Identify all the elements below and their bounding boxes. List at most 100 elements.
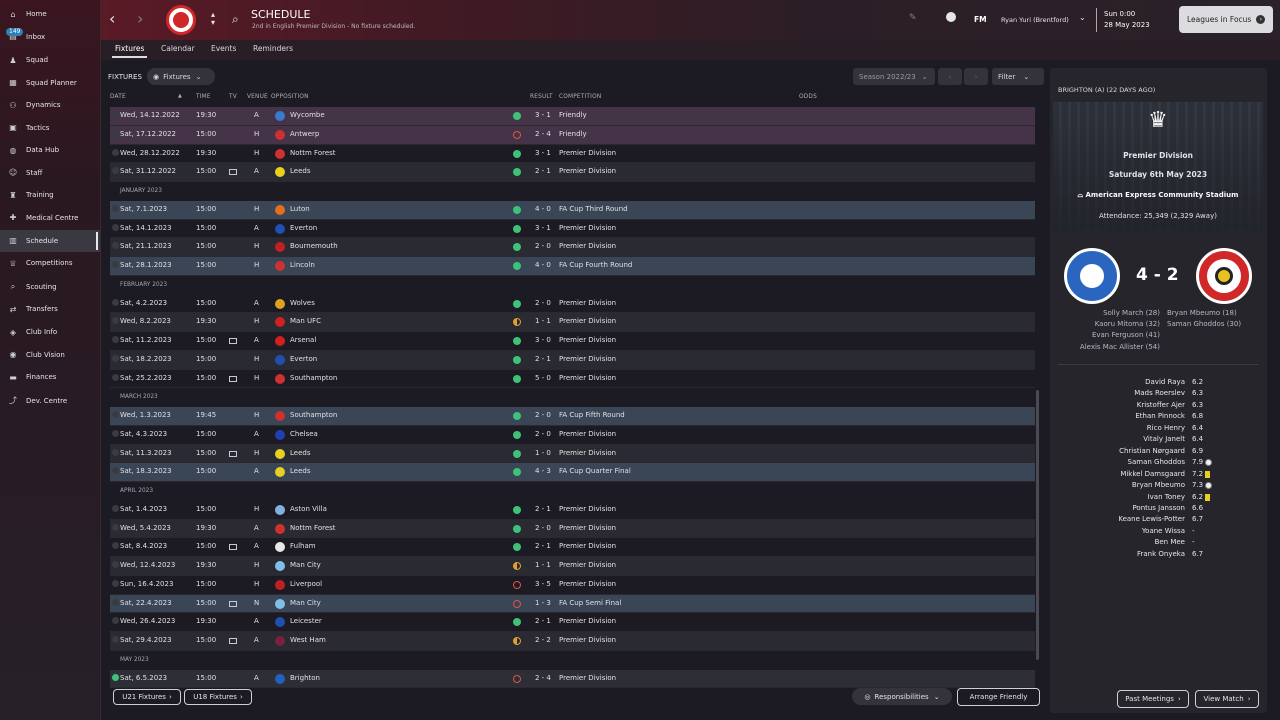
fixture-row[interactable]: Sun, 16.4.2023 15:00 H Liverpool 3 - 5 Premie… bbox=[110, 576, 1035, 595]
col-odds[interactable]: ODDS bbox=[799, 94, 817, 100]
player-name[interactable]: Vitaly Janelt bbox=[1143, 435, 1185, 443]
sidebar-item-finances[interactable]: ▬ Finances bbox=[0, 366, 100, 389]
sidebar-item-medical-centre[interactable]: ✚ Medical Centre bbox=[0, 206, 100, 229]
arrange-friendly-button[interactable]: Arrange Friendly bbox=[957, 688, 1040, 706]
player-name[interactable]: Christian Nørgaard bbox=[1119, 447, 1185, 455]
current-time[interactable]: Sun 0:00 bbox=[1104, 10, 1135, 18]
forward-icon[interactable]: › bbox=[137, 9, 143, 28]
season-dropdown[interactable]: Season 2022/23 ⌄ bbox=[853, 68, 935, 85]
responsibilities-dropdown[interactable]: ◎ Responsibilities ⌄ bbox=[852, 688, 952, 705]
fixture-row[interactable]: Sat, 18.3.2023 15:00 A Leeds 4 - 3 FA Cup Qua… bbox=[110, 463, 1035, 482]
fixture-row[interactable]: Wed, 5.4.2023 19:30 A Nottm Forest 2 - 0 Prem… bbox=[110, 519, 1035, 539]
player-name[interactable]: Saman Ghoddos bbox=[1128, 458, 1185, 466]
sidebar-item-club-info[interactable]: ◈ Club Info bbox=[0, 321, 100, 344]
tab-calendar[interactable]: Calendar bbox=[161, 44, 195, 53]
search-icon[interactable]: ⌕ bbox=[232, 12, 239, 27]
manager-name[interactable]: Ryan Yuri (Brentford) bbox=[1001, 16, 1069, 24]
col-time[interactable]: TIME bbox=[196, 94, 211, 100]
sidebar-item-dynamics[interactable]: ⚇ Dynamics bbox=[0, 94, 100, 117]
fixture-row[interactable]: Sat, 17.12.2022 15:00 H Antwerp 2 - 4 Friendl… bbox=[110, 125, 1035, 145]
fixture-row[interactable]: Sat, 7.1.2023 15:00 H Luton 4 - 0 FA Cup Thir… bbox=[110, 200, 1035, 220]
col-result[interactable]: RESULT bbox=[530, 94, 553, 100]
player-name[interactable]: David Raya bbox=[1145, 378, 1185, 386]
fixture-row[interactable]: Sat, 4.3.2023 15:00 A Chelsea 2 - 0 Premier D… bbox=[110, 426, 1035, 445]
fixture-row[interactable]: Sat, 11.3.2023 15:00 H Leeds 1 - 0 Premier Di… bbox=[110, 444, 1035, 464]
player-name[interactable]: Bryan Mbeumo bbox=[1132, 481, 1185, 489]
fixture-row[interactable]: Sat, 4.2.2023 15:00 A Wolves 2 - 0 Premier Di… bbox=[110, 295, 1035, 314]
sidebar-item-scouting[interactable]: ⌕ Scouting bbox=[0, 275, 100, 298]
fixture-row[interactable]: Sat, 8.4.2023 15:00 A Fulham 2 - 1 Premier Di… bbox=[110, 538, 1035, 557]
player-name[interactable]: Mikkel Damsgaard bbox=[1120, 470, 1185, 478]
fixture-row[interactable]: Wed, 26.4.2023 19:30 A Leicester 2 - 1 Premie… bbox=[110, 613, 1035, 632]
next-season-button[interactable]: › bbox=[964, 68, 988, 85]
result-win-icon bbox=[513, 337, 521, 345]
sidebar-item-dev-centre[interactable]: ⤴ Dev. Centre bbox=[0, 390, 100, 413]
u18-fixtures-button[interactable]: U18 Fixtures › bbox=[184, 689, 252, 705]
player-name[interactable]: Keane Lewis-Potter bbox=[1118, 515, 1185, 523]
player-name[interactable]: Ivan Toney bbox=[1148, 493, 1185, 501]
club-crest[interactable] bbox=[166, 5, 196, 35]
opponent-crest-icon bbox=[275, 129, 285, 140]
u21-fixtures-button[interactable]: U21 Fixtures › bbox=[113, 689, 181, 705]
tab-reminders[interactable]: Reminders bbox=[253, 44, 293, 53]
scrollbar[interactable] bbox=[1036, 390, 1039, 660]
edit-icon[interactable]: ✎ bbox=[909, 13, 917, 23]
fixture-row[interactable]: Sat, 11.2.2023 15:00 A Arsenal 3 - 0 Premier … bbox=[110, 332, 1035, 351]
player-name[interactable]: Pontus Jansson bbox=[1132, 504, 1185, 512]
filter-button[interactable]: Filter ⌄ bbox=[992, 68, 1044, 85]
sidebar-item-data-hub[interactable]: ◍ Data Hub bbox=[0, 139, 100, 162]
fm-logo[interactable]: FM bbox=[974, 15, 987, 24]
fixture-row[interactable]: Sat, 25.2.2023 15:00 H Southampton 5 - 0 Prem… bbox=[110, 370, 1035, 389]
fixture-row[interactable]: Sat, 22.4.2023 15:00 N Man City 1 - 3 FA Cup … bbox=[110, 594, 1035, 614]
sidebar-item-competitions[interactable]: ♕ Competitions bbox=[0, 252, 100, 275]
sidebar-item-club-vision[interactable]: ◉ Club Vision bbox=[0, 344, 100, 367]
col-opposition[interactable]: OPPOSITION bbox=[271, 94, 309, 100]
fixture-row[interactable]: Wed, 12.4.2023 19:30 H Man City 1 - 1 Premier… bbox=[110, 557, 1035, 576]
away-crest[interactable] bbox=[1196, 248, 1252, 304]
fixture-row[interactable]: Sat, 14.1.2023 15:00 A Everton 3 - 1 Premier … bbox=[110, 220, 1035, 239]
player-name[interactable]: Ben Mee bbox=[1155, 538, 1185, 546]
home-crest[interactable] bbox=[1064, 248, 1120, 304]
player-name[interactable]: Ethan Pinnock bbox=[1135, 412, 1185, 420]
fixture-row[interactable]: Sat, 31.12.2022 15:00 A Leeds 2 - 1 Premier D… bbox=[110, 163, 1035, 182]
back-icon[interactable]: ‹ bbox=[109, 9, 115, 28]
leagues-in-focus-button[interactable]: Leagues in Focus › bbox=[1179, 6, 1273, 33]
fixture-row[interactable]: Wed, 1.3.2023 19:45 H Southampton 2 - 0 FA Cu… bbox=[110, 407, 1035, 426]
col-date[interactable]: DATE bbox=[110, 94, 126, 100]
fixture-score: 2 - 0 bbox=[535, 298, 551, 307]
col-venue[interactable]: VENUE bbox=[247, 94, 268, 100]
sidebar-item-home[interactable]: ⌂ Home bbox=[0, 3, 100, 26]
fixture-row[interactable]: Sat, 28.1.2023 15:00 H Lincoln 4 - 0 FA Cup F… bbox=[110, 257, 1035, 276]
sidebar-item-transfers[interactable]: ⇄ Transfers bbox=[0, 298, 100, 321]
fixture-row[interactable]: Sat, 21.1.2023 15:00 H Bournemouth 2 - 0 Prem… bbox=[110, 238, 1035, 257]
tab-events[interactable]: Events bbox=[211, 44, 236, 53]
player-name[interactable]: Kristoffer Ajer bbox=[1137, 401, 1185, 409]
prev-season-button[interactable]: ‹ bbox=[938, 68, 962, 85]
col-competition[interactable]: COMPETITION bbox=[559, 94, 601, 100]
sidebar-item-tactics[interactable]: ▣ Tactics bbox=[0, 116, 100, 139]
fixture-row[interactable]: Wed, 8.2.2023 19:30 H Man UFC 1 - 1 Premier D… bbox=[110, 313, 1035, 332]
sidebar-item-squad-planner[interactable]: ▦ Squad Planner bbox=[0, 71, 100, 94]
ball-icon[interactable] bbox=[946, 12, 956, 22]
player-name[interactable]: Yoane Wissa bbox=[1142, 527, 1185, 535]
fixture-row[interactable]: Wed, 14.12.2022 19:30 A Wycombe 3 - 1 Friendl… bbox=[110, 107, 1035, 126]
player-name[interactable]: Mads Roerslev bbox=[1134, 389, 1185, 397]
fixture-row[interactable]: Sat, 1.4.2023 15:00 H Aston Villa 2 - 1 Premi… bbox=[110, 501, 1035, 520]
player-name[interactable]: Rico Henry bbox=[1147, 424, 1185, 432]
tab-fixtures[interactable]: Fixtures bbox=[111, 44, 148, 58]
fixture-row[interactable]: Sat, 18.2.2023 15:00 H Everton 2 - 1 Premier … bbox=[110, 350, 1035, 370]
player-name[interactable]: Frank Onyeka bbox=[1137, 550, 1185, 558]
club-switch-icon[interactable]: ▴ ▾ bbox=[211, 11, 215, 27]
sidebar-item-training[interactable]: ♜ Training bbox=[0, 184, 100, 207]
fixture-row[interactable]: Sat, 29.4.2023 15:00 A West Ham 2 - 2 Premier… bbox=[110, 632, 1035, 651]
sidebar-item-squad[interactable]: ♟ Squad bbox=[0, 49, 100, 72]
col-tv[interactable]: TV bbox=[229, 94, 237, 100]
fixture-row[interactable]: Wed, 28.12.2022 19:30 H Nottm Forest 3 - 1 Pr… bbox=[110, 145, 1035, 164]
fixtures-view-dropdown[interactable]: ◉ Fixtures ⌄ bbox=[147, 68, 215, 85]
sidebar-item-staff[interactable]: ☺ Staff bbox=[0, 161, 100, 184]
current-date[interactable]: 28 May 2023 bbox=[1104, 21, 1150, 29]
sidebar-item-schedule[interactable]: ▥ Schedule bbox=[0, 229, 100, 253]
chevron-down-icon[interactable]: ⌄ bbox=[1079, 13, 1086, 22]
fixture-row[interactable]: Sat, 6.5.2023 15:00 A Brighton 2 - 4 Premier … bbox=[110, 669, 1035, 689]
sidebar-item-label: Home bbox=[26, 10, 47, 19]
